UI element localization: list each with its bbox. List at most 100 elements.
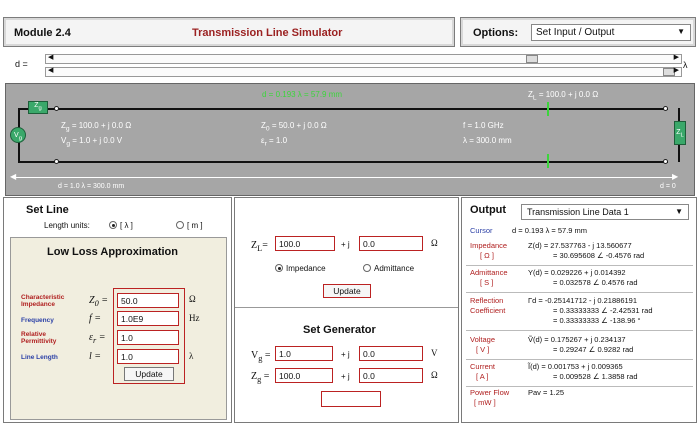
terminal-dot <box>54 159 59 164</box>
length-arrow <box>14 177 672 178</box>
arrow-left-icon: ◀ <box>10 172 17 181</box>
generator-voltage-real-input[interactable]: 1.0 <box>275 346 333 361</box>
separator <box>466 292 693 293</box>
load-unit: Ω <box>431 238 438 248</box>
permittivity-input[interactable]: 1.0 <box>117 330 179 345</box>
transmission-line-diagram: d = 0.193 λ = 57.9 mm ZL = 100.0 + j 0.0… <box>5 83 695 196</box>
frequency-text: f = 1.0 GHz <box>463 121 504 130</box>
admittance-rect: Y(d) = 0.029226 + j 0.014392 <box>528 268 626 277</box>
bottom-wire <box>18 161 668 163</box>
generator-update-button[interactable] <box>321 391 381 407</box>
param-label-length: Line Length <box>21 354 58 361</box>
options-select[interactable]: Set Input / Output ▼ <box>531 24 691 41</box>
param-label-permittivity: Relative Permittivity <box>21 331 57 345</box>
load-generator-panel: ZL= 100.0 + j 0.0 Ω Impedance Admittance… <box>234 197 459 423</box>
impedance-radio[interactable] <box>275 264 283 272</box>
separator <box>466 386 693 387</box>
unit-meter-label: [ m ] <box>187 221 203 230</box>
permittivity-text: εr = 1.0 <box>261 136 288 148</box>
generator-impedance-label: Zg = <box>251 371 270 384</box>
options-bar: Options: Set Input / Output ▼ <box>460 17 696 47</box>
load-update-button[interactable]: Update <box>323 284 371 298</box>
generator-impedance-unit: Ω <box>431 370 438 380</box>
line-length-input[interactable]: 1.0 <box>117 349 179 364</box>
set-line-panel: Set Line Length units: [ λ ] [ m ] Low L… <box>3 197 232 423</box>
impedance-output-label: Impedance[ Ω ] <box>470 241 508 260</box>
line-update-button[interactable]: Update <box>124 367 174 381</box>
admittance-label: Admittance <box>374 264 415 273</box>
cursor-marker-bottom[interactable] <box>547 154 549 168</box>
terminal-dot <box>663 106 668 111</box>
reflection-output-label: Reflection Coefficient <box>470 296 506 315</box>
characteristic-impedance-input[interactable]: 50.0 <box>117 293 179 308</box>
unit-meter-radio[interactable] <box>176 221 184 229</box>
separator <box>466 265 693 266</box>
voltage-rect: Ṽ(d) = 0.175267 + j 0.234137 <box>528 335 626 344</box>
param-unit-f: Hz <box>189 313 200 323</box>
generator-impedance-imag-input[interactable]: 0.0 <box>359 368 423 383</box>
characteristic-impedance-text: Z0 = 50.0 + j 0.0 Ω <box>261 121 327 133</box>
low-loss-panel: Low Loss Approximation Characteristic Imp… <box>10 237 227 420</box>
cursor-marker-top[interactable] <box>547 102 549 116</box>
generator-voltage-text: Vg = 1.0 + j 0.0 V <box>61 136 123 148</box>
admittance-polar: = 0.032578 ∠ 0.4576 rad <box>553 278 638 287</box>
cursor-value: d = 0.193 λ = 57.9 mm <box>512 226 588 235</box>
unit-lambda-radio[interactable] <box>109 221 117 229</box>
separator <box>466 359 693 360</box>
lambda-unit: λ <box>683 60 688 70</box>
scroll-right-icon[interactable]: ▶ <box>674 66 679 74</box>
reflection-polar-deg: = 0.33333333 ∠ -138.96 ° <box>553 316 641 325</box>
output-select[interactable]: Transmission Line Data 1 ▼ <box>521 204 689 220</box>
param-symbol-er: εr = <box>89 332 106 345</box>
options-select-value: Set Input / Output <box>536 27 615 38</box>
generator-voltage-imag-input[interactable]: 0.0 <box>359 346 423 361</box>
distance-slider-row: d = ◀ ▶ ◀ ▶ λ <box>5 51 695 81</box>
impedance-rect: Z(d) = 27.537763 - j 13.560677 <box>528 241 632 250</box>
param-symbol-z0: Z0 = <box>89 295 108 308</box>
plus-j-label: + j <box>341 240 350 249</box>
scroll-left-icon[interactable]: ◀ <box>48 66 53 74</box>
param-label-frequency: Frequency <box>21 317 54 324</box>
load-real-input[interactable]: 100.0 <box>275 236 335 251</box>
dropdown-arrow-icon: ▼ <box>677 27 685 36</box>
plus-j-label: + j <box>341 350 350 359</box>
frequency-input[interactable]: 1.0E9 <box>117 311 179 326</box>
distance-slider-bottom[interactable]: ◀ ▶ <box>45 67 682 77</box>
module-label: Module 2.4 <box>14 27 71 39</box>
power-output-label: Power Flow[ mW ] <box>470 388 510 407</box>
terminal-dot <box>54 106 59 111</box>
title-bar: Module 2.4 Transmission Line Simulator <box>3 17 455 47</box>
line-length-label: d = 1.0 λ = 300.0 mm <box>58 183 125 190</box>
dropdown-arrow-icon: ▼ <box>675 207 683 216</box>
generator-impedance-real-input[interactable]: 100.0 <box>275 368 333 383</box>
admittance-radio[interactable] <box>363 264 371 272</box>
reflection-rect: Γd = -0.25141712 - j 0.21886191 <box>528 296 638 305</box>
voltage-source-icon: Vg <box>10 127 26 143</box>
top-wire <box>18 108 668 110</box>
wavelength-text: λ = 300.0 mm <box>463 136 512 145</box>
unit-lambda-label: [ λ ] <box>120 221 133 230</box>
scroll-left-icon[interactable]: ◀ <box>48 53 53 61</box>
low-loss-title: Low Loss Approximation <box>47 246 178 258</box>
impedance-label: Impedance <box>286 264 326 273</box>
load-end-label: d = 0 <box>660 183 676 190</box>
distance-label: d = <box>15 59 28 69</box>
load-impedance-top: ZL = 100.0 + j 0.0 Ω <box>528 90 599 102</box>
cursor-position-label: d = 0.193 λ = 57.9 mm <box>262 90 343 99</box>
output-title: Output <box>470 204 507 216</box>
current-polar: = 0.009528 ∠ 1.3858 rad <box>553 372 638 381</box>
param-symbol-l: l = <box>89 351 102 362</box>
admittance-output-label: Admittance[ S ] <box>470 268 508 287</box>
slider-thumb[interactable] <box>525 55 538 63</box>
param-symbol-f: f = <box>89 313 102 324</box>
param-unit-z0: Ω <box>189 294 196 304</box>
generator-impedance-box: Zg <box>28 101 48 114</box>
load-impedance-box: ZL <box>674 121 686 145</box>
options-label: Options: <box>473 27 519 39</box>
load-imag-input[interactable]: 0.0 <box>359 236 423 251</box>
impedance-polar: = 30.695608 ∠ -0.4576 rad <box>553 251 645 260</box>
distance-slider-top[interactable]: ◀ ▶ <box>45 54 682 64</box>
scroll-right-icon[interactable]: ▶ <box>674 53 679 61</box>
output-select-value: Transmission Line Data 1 <box>527 207 629 217</box>
generator-voltage-unit: V <box>431 348 438 358</box>
